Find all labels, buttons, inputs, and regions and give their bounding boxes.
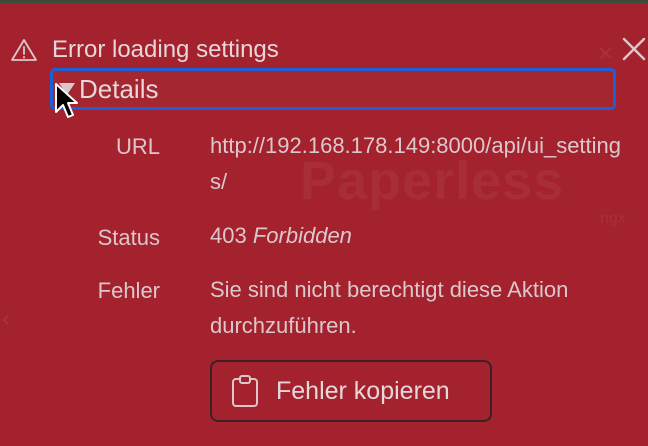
details-label: Details — [79, 74, 159, 104]
copy-error-label: Fehler kopieren — [276, 376, 450, 405]
copy-error-button[interactable]: Fehler kopieren — [210, 360, 492, 422]
url-value: http://192.168.178.149:8000/api/ui_setti… — [210, 133, 622, 194]
background-chevron-left-icon: ‹ — [2, 305, 10, 332]
background-watermark-sub: ngx — [600, 210, 626, 227]
status-text: Forbidden — [252, 223, 352, 248]
close-button[interactable] — [618, 33, 648, 65]
details-toggle[interactable]: Details — [50, 68, 616, 110]
window-top-edge — [0, 0, 648, 3]
error-label: Fehler — [97, 278, 160, 303]
url-label: URL — [115, 134, 160, 159]
mouse-pointer-icon — [55, 83, 78, 118]
close-icon — [622, 37, 646, 61]
background-close-icon: × — [598, 38, 614, 68]
status-code: 403 — [210, 223, 247, 248]
toast-title: Error loading settings — [52, 36, 279, 63]
status-label: Status — [97, 225, 160, 250]
status-value: 403 Forbidden — [210, 218, 352, 254]
toast-header: Error loading settings — [10, 30, 279, 70]
clipboard-icon — [232, 375, 258, 407]
warning-triangle-icon — [11, 39, 37, 61]
error-message: Sie sind nicht berechtigt diese Aktion d… — [210, 277, 569, 338]
